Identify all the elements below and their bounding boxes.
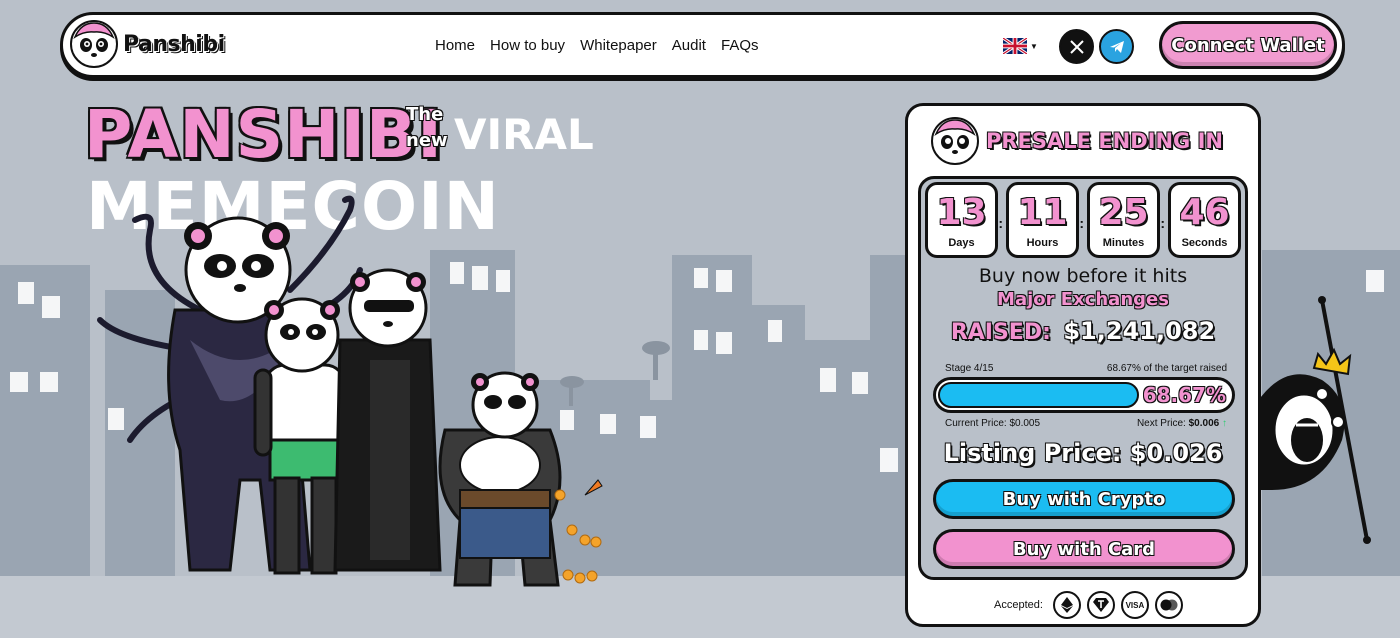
progress-percent: 68.67%	[1142, 383, 1226, 407]
presale-progress-bar: 68.67%	[933, 377, 1235, 413]
raised-amount: RAISED: $1,241,082	[921, 317, 1245, 345]
countdown-value: 25	[1098, 192, 1149, 233]
visa-text: VISA	[1125, 600, 1145, 610]
countdown-days: 13 Days :	[925, 182, 1003, 258]
hero-brand-name: PANSHIBI	[84, 96, 443, 173]
nav-link-home[interactable]: Home	[435, 37, 475, 54]
top-navbar: Panshibi Home How to buy Whitepaper Audi…	[60, 12, 1345, 78]
countdown-label: Days	[948, 237, 975, 249]
target-raised-text: 68.67% of the target raised	[1106, 363, 1227, 374]
buy-with-card-button[interactable]: Buy with Card	[933, 529, 1235, 569]
countdown-separator: :	[1079, 215, 1084, 231]
accepted-payments: Accepted: VISA	[994, 591, 1183, 619]
stage-label: Stage 4/15	[945, 363, 994, 374]
hero-viral: VIRAL	[454, 110, 594, 159]
panda-mascot-icon	[931, 117, 979, 165]
raised-value: $1,241,082	[1063, 317, 1216, 345]
telegram-icon	[1109, 40, 1124, 53]
coat-panda	[333, 268, 442, 572]
countdown-separator: :	[1160, 215, 1165, 231]
x-twitter-link[interactable]	[1059, 29, 1094, 64]
brand-logo[interactable]: Panshibi	[69, 19, 225, 69]
tether-icon	[1086, 591, 1115, 619]
buy-with-crypto-button[interactable]: Buy with Crypto	[933, 479, 1235, 519]
presale-widget: PRESALE ENDING IN 13 Days : 11 Hours : 2…	[905, 103, 1261, 627]
nav-link-whitepaper[interactable]: Whitepaper	[580, 37, 657, 54]
visa-icon: VISA	[1120, 591, 1149, 619]
x-logo-icon	[1069, 39, 1084, 54]
countdown-label: Minutes	[1102, 237, 1145, 249]
uk-flag-icon	[1003, 38, 1027, 54]
presale-panel: 13 Days : 11 Hours : 25 Minutes : 46 Sec…	[918, 176, 1248, 580]
peeking-panda-mascot	[1252, 296, 1371, 544]
listing-price: Listing Price: $0.026	[943, 439, 1223, 467]
panda-logo-icon	[70, 20, 118, 68]
nav-link-audit[interactable]: Audit	[672, 37, 706, 54]
presale-title: PRESALE ENDING IN	[986, 129, 1223, 153]
major-exchanges-text: Major Exchanges	[997, 289, 1169, 310]
hero-the: The	[406, 104, 444, 125]
countdown-label: Hours	[1026, 237, 1059, 249]
nav-link-faqs[interactable]: FAQs	[721, 37, 759, 54]
countdown-separator: :	[998, 215, 1003, 231]
countdown-value: 13	[936, 192, 987, 233]
next-price-value: $0.006	[1188, 418, 1220, 429]
countdown-label: Seconds	[1181, 237, 1228, 249]
nav-link-how-to-buy[interactable]: How to buy	[490, 37, 565, 54]
language-selector[interactable]: ▼	[1003, 38, 1038, 54]
next-price: Next Price: $0.006 ↑	[1137, 418, 1227, 429]
main-nav: Home How to buy Whitepaper Audit FAQs	[435, 37, 759, 54]
current-price: Current Price: $0.005	[945, 418, 1041, 429]
arrow-up-icon: ↑	[1222, 418, 1227, 429]
progress-fill	[938, 382, 1139, 408]
raised-label: RAISED:	[950, 320, 1051, 345]
countdown-minutes: 25 Minutes :	[1087, 182, 1165, 258]
panda-characters-illustration	[97, 195, 603, 587]
telegram-link[interactable]	[1099, 29, 1134, 64]
mastercard-icon	[1154, 591, 1183, 619]
accepted-label: Accepted:	[994, 599, 1043, 611]
ethereum-icon	[1052, 591, 1081, 619]
connect-wallet-button[interactable]: Connect Wallet	[1159, 21, 1337, 69]
hero-new: new	[406, 130, 448, 151]
countdown-hours: 11 Hours :	[1006, 182, 1084, 258]
countdown-value: 46	[1179, 192, 1230, 233]
countdown-value: 11	[1017, 192, 1068, 233]
countdown-seconds: 46 Seconds	[1168, 182, 1241, 258]
brand-name: Panshibi	[123, 31, 225, 57]
presale-header: PRESALE ENDING IN	[930, 116, 1223, 166]
next-price-label: Next Price:	[1136, 418, 1186, 429]
fat-panda	[438, 371, 562, 587]
stage-info: Stage 4/15 68.67% of the target raised	[945, 363, 1227, 374]
price-info: Current Price: $0.005 Next Price: $0.006…	[945, 418, 1227, 429]
buy-before-text: Buy now before it hits	[978, 265, 1188, 287]
chevron-down-icon: ▼	[1030, 41, 1038, 51]
countdown-timer: 13 Days : 11 Hours : 25 Minutes : 46 Sec…	[925, 182, 1241, 258]
